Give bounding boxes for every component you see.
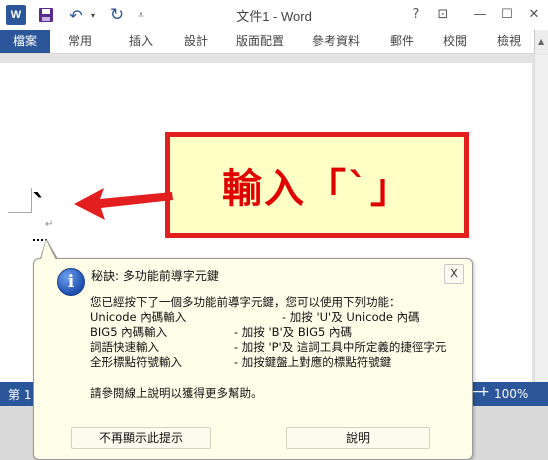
feature-name: 詞語快速輸入 (90, 340, 159, 354)
callout-arrow-icon (74, 188, 173, 220)
word-app-icon[interactable]: W (6, 5, 26, 25)
page-indicator[interactable]: 第 1 (8, 386, 31, 403)
tooltip-pointer-fill (41, 240, 56, 260)
undo-dropdown-icon[interactable]: ▾ (88, 5, 98, 25)
word-window: W ↶ ▾ ↻ ⩡ 文件1 - Word ? ⊡ — ☐ ✕ 檔案 常用 插入 … (0, 0, 548, 460)
tooltip-title: 秘訣: 多功能前導字元鍵 (91, 269, 219, 283)
help-button[interactable]: ? (403, 2, 429, 26)
feature-action: - 加按 'P'及 這詞工具中所定義的捷徑字元 (234, 340, 447, 354)
feature-action: - 加按 'U'及 Unicode 內碼 (282, 310, 420, 324)
feature-name: Unicode 內碼輸入 (90, 310, 187, 324)
tooltip-close-button[interactable]: X (444, 264, 464, 284)
feature-name: 全形標點符號輸入 (90, 355, 182, 369)
zoom-in-button[interactable]: + (478, 384, 490, 400)
tooltip-dialog: i 秘訣: 多功能前導字元鍵 X 您已經按下了一個多功能前導字元鍵，您可以使用下… (33, 258, 473, 460)
callout-box: 輸入「`」 (165, 132, 469, 238)
tab-insert[interactable]: 插入 (123, 30, 159, 53)
chevron-up-icon: ▲ (538, 37, 545, 46)
feature-name: BIG5 內碼輸入 (90, 325, 168, 339)
customize-quick-access-icon[interactable]: ⩡ (135, 5, 147, 25)
tab-view[interactable]: 檢視 (491, 30, 527, 53)
tab-file[interactable]: 檔案 (0, 30, 50, 53)
vertical-scrollbar[interactable] (534, 55, 548, 382)
tab-design[interactable]: 設計 (178, 30, 214, 53)
maximize-button[interactable]: ☐ (494, 2, 520, 26)
minimize-button[interactable]: — (467, 2, 493, 26)
close-button[interactable]: ✕ (521, 2, 547, 26)
ribbon-tab-bar: 檔案 常用 插入 設計 版面配置 參考資料 郵件 校閱 檢視 (0, 30, 548, 54)
tab-layout[interactable]: 版面配置 (230, 30, 290, 53)
save-icon[interactable] (37, 5, 55, 25)
feature-action: - 加按 'B'及 BIG5 內碼 (234, 325, 352, 339)
dont-show-again-button[interactable]: 不再顯示此提示 (71, 427, 211, 449)
tooltip-footer: 請參閱線上說明以獲得更多幫助。 (90, 386, 263, 400)
tab-references[interactable]: 參考資料 (306, 30, 366, 53)
callout-text: 輸入「`」 (222, 166, 412, 212)
tooltip-intro: 您已經按下了一個多功能前導字元鍵，您可以使用下列功能： (90, 295, 401, 309)
tab-mailings[interactable]: 郵件 (384, 30, 420, 53)
tab-home[interactable]: 常用 (62, 30, 98, 53)
ribbon-scroll-button[interactable]: ▲ (534, 30, 548, 54)
margin-corner-mark (8, 212, 31, 213)
undo-icon[interactable]: ↶ (66, 5, 86, 25)
redo-icon[interactable]: ↻ (107, 5, 127, 25)
feature-action: - 加按鍵盤上對應的標點符號鍵 (234, 355, 392, 369)
paragraph-mark-icon: ↵ (45, 219, 54, 230)
title-bar: W ↶ ▾ ↻ ⩡ 文件1 - Word ? ⊡ — ☐ ✕ (0, 0, 548, 30)
ribbon-display-options-button[interactable]: ⊡ (430, 2, 456, 26)
help-link-button[interactable]: 說明 (286, 427, 430, 449)
tab-review[interactable]: 校閱 (437, 30, 473, 53)
zoom-level[interactable]: 100% (494, 387, 528, 401)
info-icon: i (57, 268, 85, 296)
